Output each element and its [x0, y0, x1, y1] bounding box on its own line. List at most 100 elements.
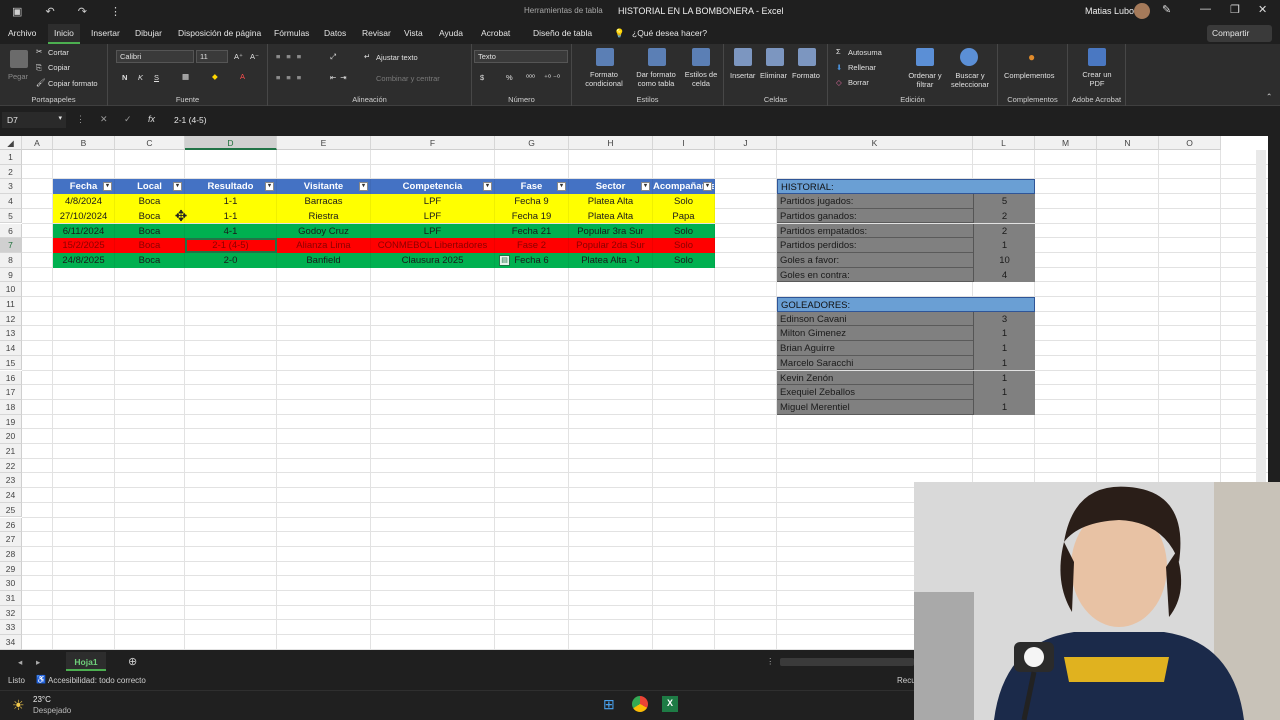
- conditional-format-icon[interactable]: [596, 48, 614, 66]
- tab-datos[interactable]: Datos: [324, 28, 346, 38]
- tab-formulas[interactable]: Fórmulas: [274, 28, 309, 38]
- user-name[interactable]: Matias Lubo: [1085, 6, 1134, 16]
- column-header-j[interactable]: J: [715, 136, 777, 150]
- merge-center-button[interactable]: Combinar y centrar: [376, 74, 440, 83]
- format-cells-button[interactable]: Formato: [792, 71, 820, 80]
- autosum-button[interactable]: Autosuma: [848, 48, 882, 57]
- chrome-icon[interactable]: [632, 696, 648, 712]
- format-cells-icon[interactable]: [798, 48, 816, 66]
- row-header-10[interactable]: 10: [0, 282, 22, 297]
- column-header-c[interactable]: C: [115, 136, 185, 150]
- column-header-i[interactable]: I: [653, 136, 715, 150]
- number-format-select[interactable]: Texto: [474, 50, 568, 63]
- table-cell[interactable]: Clausura 2025: [371, 252, 495, 268]
- table-cell[interactable]: Banfield: [277, 252, 371, 268]
- insert-function-icon[interactable]: fx: [148, 114, 155, 124]
- table-header-cell[interactable]: Visitante ▾: [277, 179, 371, 195]
- find-select-icon[interactable]: [960, 48, 978, 66]
- select-all-corner[interactable]: ◢: [0, 136, 22, 150]
- format-painter-button[interactable]: Copiar formato: [48, 79, 98, 88]
- grow-font-icon[interactable]: A⁺: [234, 52, 243, 61]
- table-cell[interactable]: 6/11/2024: [53, 223, 115, 239]
- minimize-icon[interactable]: —: [1200, 3, 1211, 15]
- column-header-b[interactable]: B: [53, 136, 115, 150]
- row-header-17[interactable]: 17: [0, 385, 22, 400]
- table-cell[interactable]: LPF: [371, 194, 495, 209]
- wrap-text-button[interactable]: Ajustar texto: [376, 53, 418, 62]
- column-header-l[interactable]: L: [973, 136, 1035, 150]
- paste-icon[interactable]: [10, 50, 28, 68]
- tell-me-search[interactable]: ¿Qué desea hacer?: [632, 28, 707, 38]
- name-box[interactable]: D7 ▾: [2, 112, 66, 128]
- borders-icon[interactable]: ▦: [182, 72, 189, 81]
- table-cell[interactable]: Boca: [115, 238, 185, 253]
- table-header-cell[interactable]: Sector ▾: [569, 179, 653, 195]
- avatar[interactable]: [1134, 3, 1150, 19]
- row-header-29[interactable]: 29: [0, 561, 22, 577]
- shrink-font-icon[interactable]: A⁻: [250, 52, 259, 61]
- row-header-13[interactable]: 13: [0, 326, 22, 342]
- conditional-format-button[interactable]: Formato condicional: [578, 70, 630, 88]
- insert-cells-icon[interactable]: [734, 48, 752, 66]
- table-header-cell[interactable]: Fase ▾: [495, 179, 569, 195]
- enter-icon[interactable]: ✓: [124, 114, 132, 125]
- format-as-table-icon[interactable]: [648, 48, 666, 66]
- fill-button[interactable]: Rellenar: [848, 63, 876, 72]
- find-select-button[interactable]: Buscar y seleccionar: [946, 71, 994, 89]
- table-cell[interactable]: LPF: [371, 223, 495, 239]
- restore-icon[interactable]: ❐: [1230, 3, 1240, 16]
- tab-archivo[interactable]: Archivo: [8, 28, 36, 38]
- column-header-o[interactable]: O: [1159, 136, 1221, 150]
- indent-icons[interactable]: ⇤⇥: [330, 73, 351, 82]
- row-header-14[interactable]: 14: [0, 341, 22, 356]
- row-header-23[interactable]: 23: [0, 473, 22, 489]
- table-cell[interactable]: 24/8/2025: [53, 252, 115, 268]
- tab-ayuda[interactable]: Ayuda: [439, 28, 463, 38]
- table-cell[interactable]: 1-1: [185, 194, 277, 209]
- column-header-k[interactable]: K: [777, 136, 973, 150]
- split-icon[interactable]: ⋮: [766, 656, 775, 667]
- filter-dropdown-icon[interactable]: ▾: [173, 182, 182, 192]
- currency-button[interactable]: $: [480, 73, 484, 82]
- row-header-18[interactable]: 18: [0, 399, 22, 415]
- row-header-30[interactable]: 30: [0, 576, 22, 591]
- column-header-n[interactable]: N: [1097, 136, 1159, 150]
- table-cell[interactable]: CONMEBOL Libertadores: [371, 238, 495, 253]
- filter-dropdown-icon[interactable]: ▾: [557, 182, 566, 192]
- tab-acrobat[interactable]: Acrobat: [481, 28, 510, 38]
- quick-analysis-icon[interactable]: ▤: [499, 254, 510, 266]
- filter-dropdown-icon[interactable]: ▾: [359, 182, 368, 192]
- table-cell[interactable]: Solo: [653, 238, 715, 253]
- italic-button[interactable]: K: [138, 73, 143, 82]
- row-header-15[interactable]: 15: [0, 355, 22, 371]
- filter-dropdown-icon[interactable]: ▾: [483, 182, 492, 192]
- table-cell[interactable]: 1-1: [185, 208, 277, 224]
- orientation-icon[interactable]: ⤢: [330, 52, 336, 62]
- create-pdf-button[interactable]: Crear un PDF: [1076, 70, 1118, 88]
- row-header-34[interactable]: 34: [0, 635, 22, 650]
- table-cell[interactable]: Solo: [653, 252, 715, 268]
- tab-revisar[interactable]: Revisar: [362, 28, 391, 38]
- addins-icon[interactable]: ●: [1028, 50, 1035, 64]
- row-header-26[interactable]: 26: [0, 517, 22, 533]
- addins-button[interactable]: Complementos: [1004, 71, 1054, 80]
- tab-dibujar[interactable]: Dibujar: [135, 28, 162, 38]
- pdf-icon[interactable]: [1088, 48, 1106, 66]
- table-cell[interactable]: Fase 2: [495, 238, 569, 253]
- table-header-cell[interactable]: Acompañante ▾: [653, 179, 715, 195]
- font-size-select[interactable]: 11: [196, 50, 228, 63]
- row-header-16[interactable]: 16: [0, 370, 22, 386]
- formula-input[interactable]: 2-1 (4-5): [168, 112, 1268, 128]
- share-button[interactable]: Compartir: [1207, 25, 1272, 42]
- table-header-cell[interactable]: Competencia ▾: [371, 179, 495, 195]
- table-header-cell[interactable]: Local ▾: [115, 179, 185, 195]
- valign-icons[interactable]: ≡≡≡: [276, 52, 307, 61]
- column-header-g[interactable]: G: [495, 136, 569, 150]
- clear-button[interactable]: Borrar: [848, 78, 869, 87]
- row-header-32[interactable]: 32: [0, 605, 22, 621]
- row-header-8[interactable]: 8: [0, 252, 22, 268]
- underline-button[interactable]: S: [154, 73, 159, 82]
- copy-button[interactable]: Copiar: [48, 63, 70, 72]
- cell-styles-icon[interactable]: [692, 48, 710, 66]
- column-header-f[interactable]: F: [371, 136, 495, 150]
